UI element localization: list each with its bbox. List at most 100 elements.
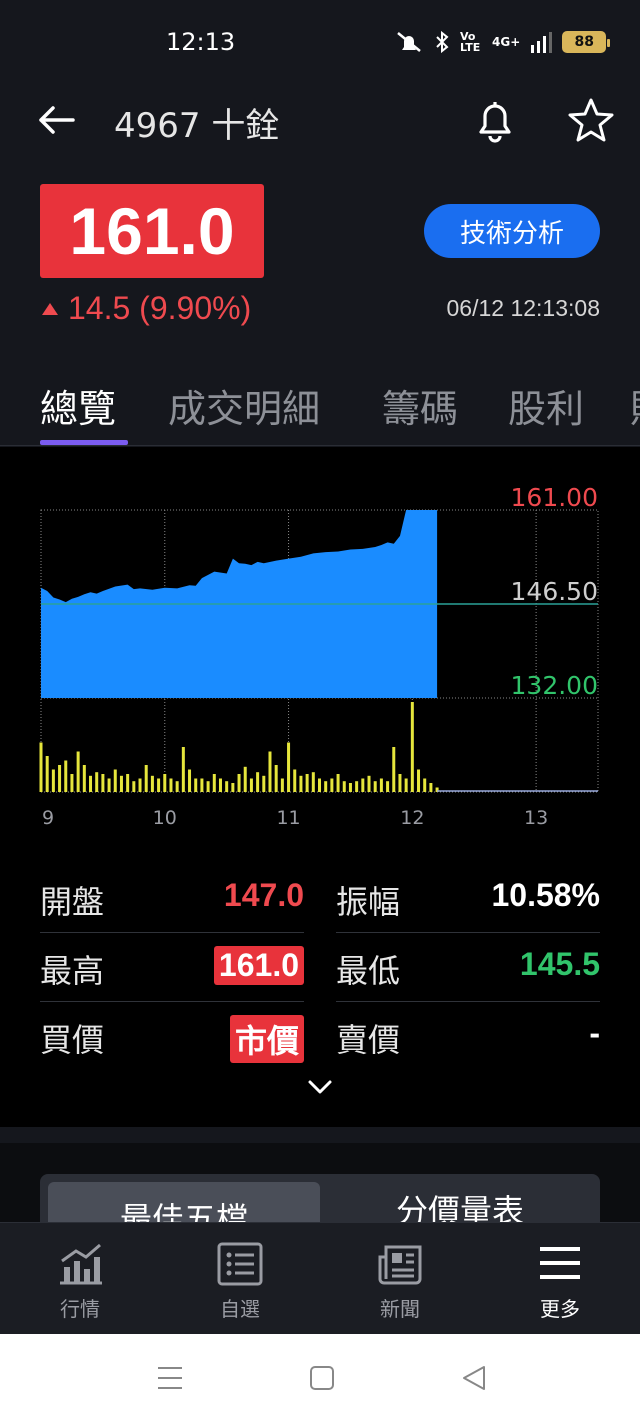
- bid-label: 買價: [40, 1021, 105, 1059]
- bluetooth-icon: [436, 30, 449, 54]
- volume-bar: [423, 778, 427, 792]
- volume-bar: [262, 775, 266, 792]
- up-arrow-icon: [42, 302, 58, 315]
- system-nav-bar: [0, 1334, 640, 1422]
- favorite-button[interactable]: [566, 96, 616, 144]
- nav-label-more: 更多: [540, 1297, 580, 1321]
- tab-chips[interactable]: 籌碼: [382, 378, 458, 433]
- volume-bar: [404, 778, 408, 792]
- volume-bar: [249, 778, 253, 792]
- stat-low: 最低 145.5: [336, 934, 600, 1002]
- volume-bar: [107, 778, 111, 792]
- volume-bar: [119, 775, 123, 792]
- ask-value: -: [589, 1015, 600, 1051]
- volume-bar: [355, 781, 359, 792]
- x-tick-label: 11: [276, 807, 300, 827]
- open-value: 147.0: [223, 877, 304, 913]
- volume-bar: [429, 783, 433, 792]
- volume-bar: [287, 742, 291, 792]
- volume-bar: [58, 765, 62, 792]
- tab-overview[interactable]: 總覽: [40, 378, 116, 433]
- volume-bars: [39, 702, 598, 792]
- alert-button[interactable]: [472, 96, 518, 144]
- volume-bar: [101, 774, 105, 792]
- nav-label-news: 新聞: [380, 1297, 420, 1321]
- x-tick-label: 12: [400, 807, 424, 827]
- stat-bid: 買價 市價: [40, 1003, 304, 1071]
- price-label-high: 161.00: [511, 483, 598, 512]
- tab-financial[interactable]: 財: [630, 378, 640, 433]
- bottom-nav: 行情 自選 新聞 更多: [0, 1222, 640, 1334]
- menu-icon: [540, 1247, 580, 1279]
- tab-trade-details[interactable]: 成交明細: [168, 378, 320, 433]
- star-icon: [568, 98, 614, 142]
- stat-high: 最高 161.0: [40, 934, 304, 1002]
- volume-bar: [175, 781, 179, 792]
- volume-bar: [218, 778, 222, 792]
- volume-bar: [256, 772, 260, 792]
- volume-bar: [70, 774, 74, 792]
- expand-button[interactable]: [306, 1077, 334, 1097]
- nav-label-market: 行情: [60, 1297, 100, 1321]
- current-price: 161.0: [69, 194, 235, 268]
- x-tick-label: 13: [524, 807, 548, 827]
- nav-watchlist[interactable]: 自選: [180, 1223, 300, 1335]
- recent-apps-button[interactable]: [154, 1364, 186, 1392]
- high-value: 161.0: [213, 946, 304, 985]
- timestamp: 06/12 12:13:08: [446, 295, 600, 321]
- tab-dividend[interactable]: 股利: [508, 378, 584, 433]
- volume-bar: [163, 774, 167, 792]
- back-button[interactable]: [34, 98, 78, 142]
- volume-bar: [45, 756, 49, 792]
- chart-area: 161.00 146.50 132.00 9 10 11 12 13 開盤 147.0 …: [0, 447, 640, 1127]
- volume-bar: [138, 778, 142, 792]
- volume-bar: [169, 778, 173, 792]
- price-label-ref: 146.50: [511, 577, 598, 606]
- x-tick-label: 9: [42, 807, 54, 827]
- volume-bar: [231, 783, 235, 792]
- nav-more[interactable]: 更多: [500, 1223, 620, 1335]
- home-icon: [310, 1366, 334, 1390]
- volume-bar: [150, 775, 154, 792]
- volume-bar: [181, 747, 185, 792]
- volume-bar: [386, 781, 390, 792]
- volte-icon: Vo LTE: [460, 30, 481, 54]
- price-change: 14.5 (9.90%): [42, 290, 251, 327]
- network-label: 4G+: [492, 35, 521, 49]
- volume-bar: [367, 775, 371, 792]
- system-back-button[interactable]: [458, 1364, 490, 1392]
- header: 4967 十銓 161.0 14.5 (9.90%) 技術分析 06/12 12…: [0, 82, 640, 447]
- volume-bar: [348, 783, 352, 792]
- volume-bar: [212, 774, 216, 792]
- status-bar: 12:13 Vo LTE 4G+ 88: [0, 0, 640, 82]
- amplitude-value: 10.58%: [491, 877, 600, 913]
- nav-news[interactable]: 新聞: [340, 1223, 460, 1335]
- volume-bar: [126, 774, 130, 792]
- volume-bar: [293, 769, 297, 792]
- volume-bar: [417, 769, 421, 792]
- volume-bar: [305, 774, 309, 792]
- volume-bar: [76, 751, 80, 792]
- bid-value: 市價: [229, 1015, 304, 1063]
- price-box: 161.0: [40, 184, 264, 278]
- change-value: 14.5 (9.90%): [68, 290, 252, 326]
- nav-market[interactable]: 行情: [20, 1223, 140, 1335]
- volume-bar: [95, 772, 99, 792]
- volume-bar: [132, 781, 136, 792]
- tech-analysis-button[interactable]: 技術分析: [424, 204, 600, 258]
- battery-icon: 88: [562, 31, 611, 53]
- low-value: 145.5: [519, 946, 600, 982]
- x-tick-label: 10: [153, 807, 177, 827]
- amplitude-label: 振幅: [336, 883, 401, 921]
- volume-bar: [157, 778, 161, 792]
- volume-bar: [82, 765, 86, 792]
- home-button[interactable]: [306, 1364, 338, 1392]
- stat-amplitude: 振幅 10.58%: [336, 865, 600, 933]
- intraday-chart: 161.00 146.50 132.00 9 10 11 12 13: [39, 483, 599, 827]
- stat-open: 開盤 147.0: [40, 865, 304, 933]
- open-label: 開盤: [40, 883, 105, 921]
- list-icon: [217, 1242, 263, 1286]
- volume-bar: [268, 751, 272, 792]
- volume-bar: [200, 778, 204, 792]
- volume-bar: [299, 775, 303, 792]
